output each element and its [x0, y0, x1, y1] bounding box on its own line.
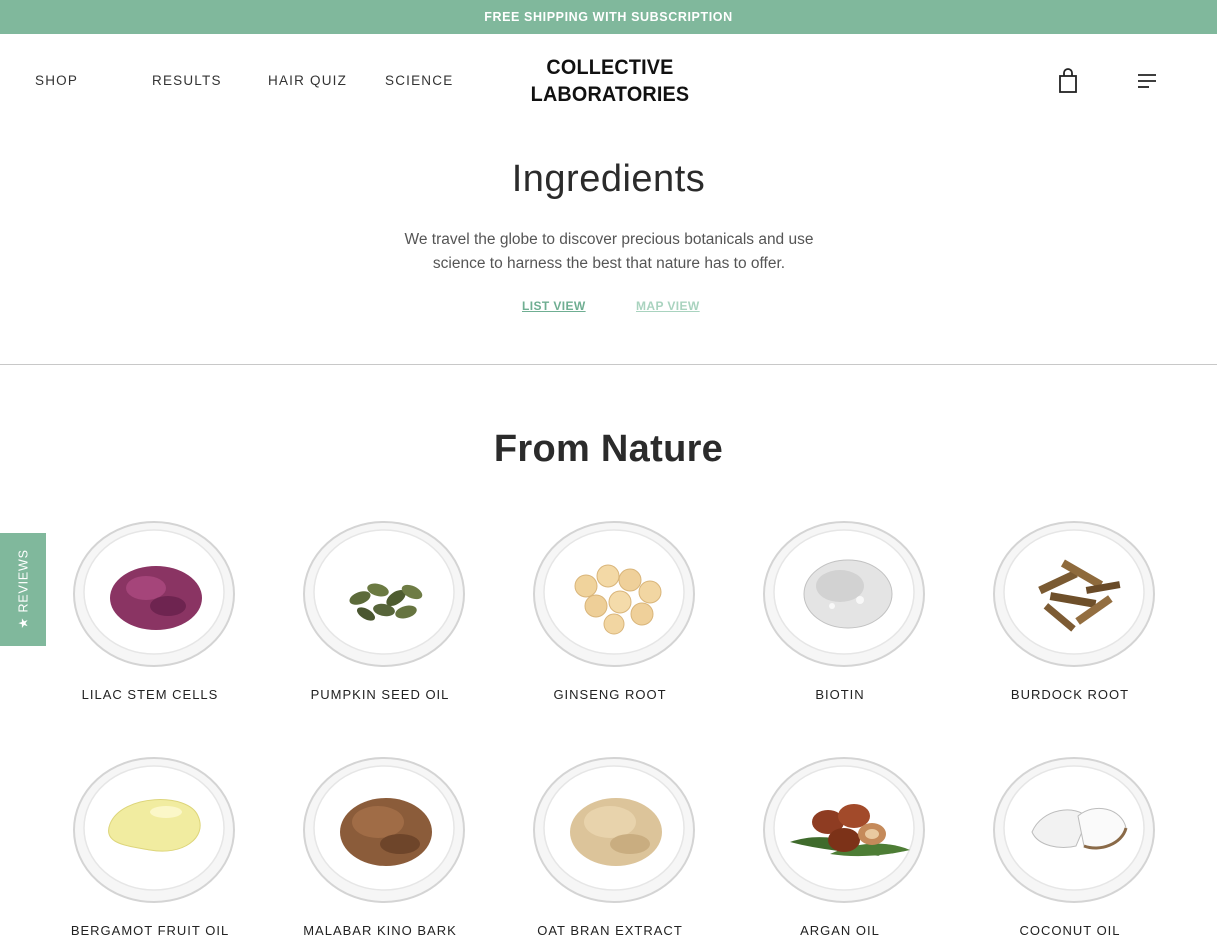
section-divider [0, 364, 1217, 365]
ingredient-label: BIOTIN [815, 687, 865, 702]
ingredient-label: COCONUT OIL [1019, 923, 1121, 938]
ingredient-tile-lilac-stem-cells[interactable]: LILAC STEM CELLS [50, 510, 250, 710]
map-view-link[interactable]: MAP VIEW [636, 299, 700, 313]
petri-dish-image [70, 510, 240, 670]
petri-dish-image [300, 510, 470, 670]
page-title: Ingredients [511, 158, 706, 200]
ingredient-tile-biotin[interactable]: BIOTIN [740, 510, 940, 710]
logo-line-2: LABORATORIES [530, 82, 690, 106]
petri-dish-image [760, 510, 930, 670]
ingredient-tile-argan-oil[interactable]: ARGAN OIL [740, 746, 940, 944]
petri-dish-image [70, 746, 240, 906]
list-view-link[interactable]: LIST VIEW [522, 299, 586, 313]
ingredient-label: BERGAMOT FRUIT OIL [70, 923, 230, 938]
petri-dish-image [300, 746, 470, 906]
ingredient-tile-oat-bran-extract[interactable]: OAT BRAN EXTRACT [510, 746, 710, 944]
ingredient-tile-ginseng-root[interactable]: GINSENG ROOT [510, 510, 710, 710]
petri-dish-image [990, 510, 1160, 670]
subtitle-line-1: We travel the globe to discover precious… [404, 231, 814, 248]
nav-science[interactable]: SCIENCE [385, 73, 453, 88]
ingredient-tile-pumpkin-seed-oil[interactable]: PUMPKIN SEED OIL [280, 510, 480, 710]
petri-dish-image [530, 510, 700, 670]
nav-hair-quiz[interactable]: HAIR QUIZ [268, 73, 347, 88]
petri-dish-image [530, 746, 700, 906]
petri-dish-image [990, 746, 1160, 906]
ingredient-label: GINSENG ROOT [553, 687, 667, 702]
ingredient-tile-malabar-kino-bark[interactable]: MALABAR KINO BARK [280, 746, 480, 944]
page-subtitle: We travel the globe to discover precious… [383, 228, 835, 276]
nav-shop[interactable]: SHOP [35, 73, 78, 88]
announcement-bar: FREE SHIPPING WITH SUBSCRIPTION [0, 0, 1217, 34]
logo-line-1: COLLECTIVE [546, 55, 674, 79]
brand-logo[interactable]: COLLECTIVE LABORATORIES [518, 54, 702, 108]
ingredient-label: MALABAR KINO BARK [303, 923, 457, 938]
ingredient-label: BURDOCK ROOT [1010, 687, 1130, 702]
ingredient-tile-coconut-oil[interactable]: COCONUT OIL [970, 746, 1170, 944]
ingredient-tile-bergamot-fruit-oil[interactable]: BERGAMOT FRUIT OIL [50, 746, 250, 944]
ingredient-label: PUMPKIN SEED OIL [310, 687, 450, 702]
section-title: From Nature [493, 428, 724, 470]
nav-results[interactable]: RESULTS [152, 73, 222, 88]
ingredient-tile-burdock-root[interactable]: BURDOCK ROOT [970, 510, 1170, 710]
announcement-text: FREE SHIPPING WITH SUBSCRIPTION [484, 10, 733, 24]
ingredient-label: LILAC STEM CELLS [81, 687, 219, 702]
ingredient-label: OAT BRAN EXTRACT [537, 923, 683, 938]
shopping-bag-icon[interactable] [1057, 68, 1079, 94]
hamburger-menu-icon[interactable] [1136, 72, 1158, 90]
reviews-tab-label: ★ REVIEWS [16, 549, 31, 629]
petri-dish-image [760, 746, 930, 906]
ingredient-label: ARGAN OIL [800, 923, 880, 938]
reviews-tab[interactable]: ★ REVIEWS [0, 533, 46, 646]
site-header: SHOP RESULTS HAIR QUIZ SCIENCE COLLECTIV… [0, 34, 1217, 130]
subtitle-line-2: science to harness the best that nature … [432, 255, 786, 272]
